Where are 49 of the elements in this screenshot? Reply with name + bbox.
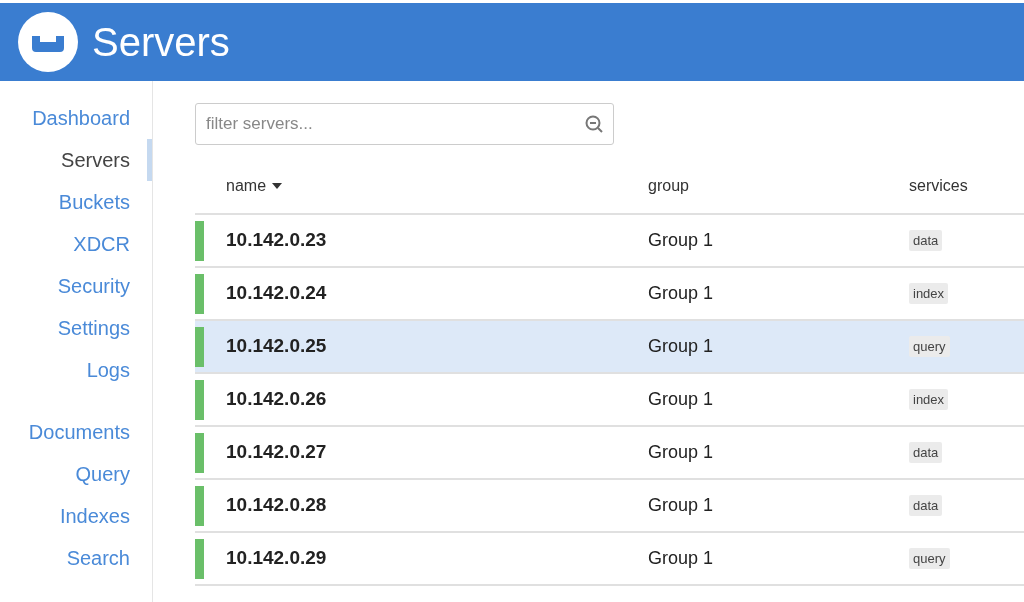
filter-field[interactable]: filter servers... xyxy=(195,103,614,145)
logo-icon xyxy=(18,12,78,72)
nav-link[interactable]: Servers xyxy=(61,145,130,175)
active-indicator xyxy=(147,139,152,181)
column-header[interactable]: name xyxy=(226,174,267,198)
nav-link[interactable]: Logs xyxy=(86,355,130,385)
server-name: 10.142.0.26 xyxy=(225,387,328,412)
nav-link[interactable]: Documents xyxy=(28,417,130,447)
server-name: 10.142.0.23 xyxy=(225,228,328,253)
server-name: 10.142.0.28 xyxy=(225,493,328,518)
service-tag: data xyxy=(909,229,943,252)
status-bar xyxy=(195,538,204,579)
nav-link[interactable]: Indexes xyxy=(59,501,130,531)
nav-link[interactable]: XDCR xyxy=(73,229,130,259)
nav-link[interactable]: Security xyxy=(57,271,130,301)
group-name: Group 1 xyxy=(648,335,715,358)
status-bar xyxy=(195,485,204,526)
nav-link[interactable]: Search xyxy=(66,543,130,573)
status-bar xyxy=(195,379,204,420)
column-header[interactable]: group xyxy=(648,174,909,198)
server-name: 10.142.0.29 xyxy=(225,546,328,571)
status-bar xyxy=(195,432,204,473)
nav-link[interactable]: Query xyxy=(75,459,130,489)
status-bar xyxy=(195,326,204,367)
server-name: 10.142.0.27 xyxy=(225,440,328,465)
server-row[interactable]: 10.142.0.25 Group 1 query xyxy=(195,321,1024,374)
group-name: Group 1 xyxy=(648,388,715,411)
service-tag: query xyxy=(909,335,950,358)
server-name: 10.142.0.25 xyxy=(225,334,328,359)
service-tag: index xyxy=(909,388,949,411)
group-name: Group 1 xyxy=(648,229,715,252)
status-bar xyxy=(195,273,204,314)
nav-link[interactable]: Settings xyxy=(57,313,130,343)
service-tag: query xyxy=(909,547,950,570)
service-tag: index xyxy=(909,282,949,305)
group-name: Group 1 xyxy=(648,441,715,464)
group-name: Group 1 xyxy=(648,282,715,305)
caret-icon xyxy=(272,183,283,189)
nav-link[interactable]: Buckets xyxy=(58,187,130,217)
service-tag: data xyxy=(909,441,943,464)
group-name: Group 1 xyxy=(648,547,715,570)
server-name: 10.142.0.24 xyxy=(225,281,328,306)
search-icon xyxy=(584,114,604,134)
page-title: Servers xyxy=(92,19,230,66)
column-header[interactable]: services xyxy=(909,174,968,198)
service-tag: data xyxy=(909,494,943,517)
group-name: Group 1 xyxy=(648,494,715,517)
nav-link[interactable]: Dashboard xyxy=(32,103,130,133)
status-bar xyxy=(195,220,204,261)
